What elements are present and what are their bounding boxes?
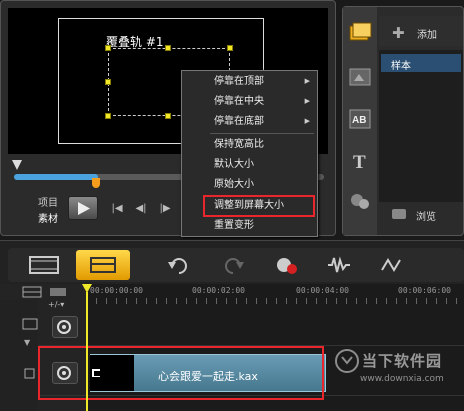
track-gutter bbox=[0, 300, 38, 411]
resize-handle-top-left[interactable] bbox=[105, 45, 111, 51]
submenu-arrow-icon: ▶ bbox=[304, 97, 310, 105]
menu-item-dock-center[interactable]: 停靠在中央 ▶ bbox=[182, 92, 317, 111]
ruler-label: 00:00:00:00 bbox=[90, 286, 143, 295]
watermark-title: 当下软件园 bbox=[362, 352, 443, 370]
media-library-icon[interactable] bbox=[348, 22, 372, 44]
library-folder-list bbox=[379, 50, 463, 202]
expand-track-icon[interactable]: ▼ bbox=[24, 338, 30, 347]
playhead-line bbox=[86, 292, 88, 411]
video-track-icon[interactable] bbox=[52, 316, 78, 338]
chapter-marker-icon[interactable] bbox=[48, 286, 68, 298]
timeline-view-icon bbox=[90, 257, 116, 273]
scrubber-trim-range bbox=[14, 174, 98, 180]
resize-handle-left[interactable] bbox=[105, 79, 111, 85]
trim-marker[interactable] bbox=[92, 178, 100, 188]
audio-mixer-icon[interactable] bbox=[326, 254, 352, 276]
add-icon[interactable]: ✚ bbox=[392, 24, 405, 42]
menu-item-keep-aspect-ratio[interactable]: 保持宽高比 bbox=[182, 135, 317, 154]
browse-button[interactable]: 浏览 bbox=[416, 208, 436, 223]
previous-frame-icon[interactable]: ◀| bbox=[134, 202, 148, 216]
video-track bbox=[38, 300, 464, 346]
watermark-url: www.downxia.com bbox=[360, 374, 444, 384]
play-icon bbox=[78, 202, 90, 215]
ruler-label: 00:00:04:00 bbox=[296, 286, 349, 295]
menu-item-reset-transform[interactable]: 重置变形 bbox=[182, 216, 317, 235]
resize-handle-top[interactable] bbox=[165, 45, 171, 51]
track-highlight-box bbox=[38, 346, 324, 400]
submenu-arrow-icon: ▶ bbox=[304, 117, 310, 125]
svg-text:T: T bbox=[353, 152, 366, 172]
mode-project-label[interactable]: 项目 bbox=[38, 194, 58, 209]
text-title-icon[interactable]: T bbox=[348, 150, 372, 172]
resize-handle-bottom[interactable] bbox=[165, 113, 171, 119]
browse-icon[interactable] bbox=[392, 209, 406, 219]
track-visibility-icon[interactable] bbox=[22, 318, 38, 330]
library-item-sample[interactable]: 样本 bbox=[381, 54, 461, 72]
track-manager-icon[interactable] bbox=[22, 286, 42, 298]
effects-icon[interactable] bbox=[348, 190, 372, 212]
watermark-logo-icon bbox=[335, 349, 359, 373]
submenu-arrow-icon: ▶ bbox=[304, 77, 310, 85]
storyboard-view-icon[interactable] bbox=[26, 252, 62, 278]
resize-handle-bottom-left[interactable] bbox=[105, 113, 111, 119]
redo-icon[interactable] bbox=[220, 254, 246, 276]
next-frame-icon[interactable]: |▶ bbox=[158, 202, 172, 216]
add-button[interactable]: 添加 bbox=[417, 26, 437, 41]
menu-item-dock-top[interactable]: 停靠在顶部 ▶ bbox=[182, 72, 317, 91]
menu-item-default-size[interactable]: 默认大小 bbox=[182, 155, 317, 174]
menu-item-original-size[interactable]: 原始大小 bbox=[182, 175, 317, 194]
ruler-label: 00:00:06:00 bbox=[398, 286, 451, 295]
auto-music-icon[interactable] bbox=[378, 254, 404, 276]
record-capture-icon[interactable] bbox=[274, 254, 300, 276]
resize-handle-top-right[interactable] bbox=[227, 45, 233, 51]
go-to-start-icon[interactable]: |◀ bbox=[110, 202, 124, 216]
menu-item-dock-bottom[interactable]: 停靠在底部 ▶ bbox=[182, 112, 317, 131]
overlay-track-toggle-icon[interactable] bbox=[24, 368, 36, 380]
film-reel-icon bbox=[57, 320, 71, 334]
menu-separator bbox=[210, 133, 314, 134]
timeline-view-button[interactable] bbox=[76, 250, 130, 280]
title-ab-icon[interactable]: AB bbox=[348, 108, 372, 130]
menu-highlight-box bbox=[203, 195, 315, 217]
ruler-label: 00:00:02:00 bbox=[192, 286, 245, 295]
undo-icon[interactable] bbox=[166, 254, 192, 276]
svg-text:AB: AB bbox=[352, 115, 366, 126]
mode-clip-label[interactable]: 素材 bbox=[38, 210, 58, 225]
transition-icon[interactable] bbox=[348, 66, 372, 88]
play-button[interactable] bbox=[68, 196, 98, 220]
